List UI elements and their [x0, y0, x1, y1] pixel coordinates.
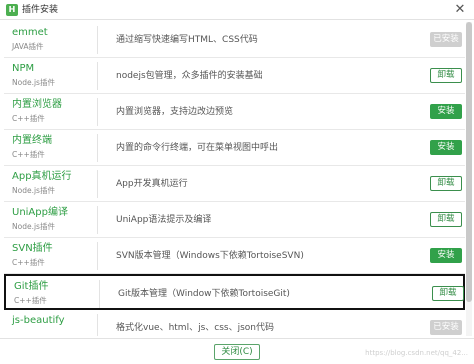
plugin-name: emmet: [12, 27, 48, 38]
plugin-name: App真机运行: [12, 171, 72, 182]
hbuilder-app-icon: H: [6, 4, 18, 16]
plugin-description: App开发真机运行: [116, 179, 188, 189]
plugin-name: 内置浏览器: [12, 99, 62, 110]
watermark-text: https://blog.csdn.net/qq_42...: [365, 349, 468, 357]
close-button[interactable]: 关闭(C): [214, 344, 260, 360]
install-button[interactable]: 安装: [430, 140, 462, 155]
plugin-name: Git插件: [14, 281, 49, 292]
plugin-name: js-beautify: [12, 315, 65, 326]
plugin-description: 格式化vue、html、js、css、json代码: [116, 323, 274, 333]
scrollbar[interactable]: [466, 22, 472, 336]
installed-button: 已安装: [430, 32, 462, 47]
column-divider: [97, 206, 98, 234]
plugin-row[interactable]: SVN插件 C++插件 SVN版本管理（Windows下依赖TortoiseSVN)…: [4, 238, 465, 274]
uninstall-button[interactable]: 卸载: [430, 176, 462, 191]
column-divider: [99, 280, 100, 308]
plugin-description: Git版本管理（Window下依赖TortoiseGit): [118, 289, 290, 299]
plugin-description: nodejs包管理，众多插件的安装基础: [116, 71, 263, 81]
close-icon[interactable]: ✕: [452, 2, 468, 18]
plugin-name: 内置终端: [12, 135, 52, 146]
installed-button: 已安装: [430, 320, 462, 335]
footer: 关闭(C) https://blog.csdn.net/qq_42...: [0, 338, 474, 364]
uninstall-button[interactable]: 卸载: [430, 212, 462, 227]
install-button[interactable]: 安装: [430, 248, 462, 263]
column-divider: [97, 26, 98, 54]
plugin-description: UniApp语法提示及编译: [116, 215, 212, 225]
plugin-row[interactable]: js-beautify 格式化vue、html、js、css、json代码 已安装: [4, 310, 465, 336]
column-divider: [97, 134, 98, 162]
column-divider: [97, 242, 98, 270]
plugin-platform: Node.js插件: [12, 222, 55, 231]
scrollbar-thumb[interactable]: [466, 22, 472, 302]
column-divider: [97, 62, 98, 90]
plugin-row[interactable]: 内置浏览器 C++插件 内置浏览器，支持边改边预览 安装: [4, 94, 465, 130]
plugin-description: 内置浏览器，支持边改边预览: [116, 107, 234, 117]
plugin-row[interactable]: NPM Node.js插件 nodejs包管理，众多插件的安装基础 卸载: [4, 58, 465, 94]
plugin-platform: C++插件: [12, 150, 45, 159]
install-button[interactable]: 安装: [430, 104, 462, 119]
uninstall-button[interactable]: 卸载: [432, 286, 464, 301]
plugin-description: 内置的命令行终端，可在菜单视图中呼出: [116, 143, 279, 153]
plugin-row[interactable]: UniApp编译 Node.js插件 UniApp语法提示及编译 卸载: [4, 202, 465, 238]
column-divider: [97, 98, 98, 126]
plugin-description: 通过缩写快速编写HTML、CSS代码: [116, 35, 258, 45]
plugin-row[interactable]: App真机运行 Node.js插件 App开发真机运行 卸载: [4, 166, 465, 202]
plugin-name: SVN插件: [12, 243, 53, 254]
plugin-platform: C++插件: [12, 258, 45, 267]
plugin-platform: C++插件: [14, 296, 47, 305]
title-bar: H 插件安装 ✕: [0, 0, 474, 20]
uninstall-button[interactable]: 卸载: [430, 68, 462, 83]
column-divider: [97, 170, 98, 198]
column-divider: [97, 314, 98, 336]
window-title: 插件安装: [22, 5, 59, 15]
plugin-row[interactable]: emmet JAVA插件 通过缩写快速编写HTML、CSS代码 已安装: [4, 22, 465, 58]
plugin-platform: C++插件: [12, 114, 45, 123]
plugin-list: emmet JAVA插件 通过缩写快速编写HTML、CSS代码 已安装 NPM Node.…: [4, 22, 465, 336]
plugin-platform: JAVA插件: [12, 42, 44, 51]
plugin-description: SVN版本管理（Windows下依赖TortoiseSVN): [116, 251, 304, 261]
plugin-platform: Node.js插件: [12, 186, 55, 195]
plugin-name: UniApp编译: [12, 207, 68, 218]
plugin-name: NPM: [12, 63, 35, 74]
plugin-row[interactable]: 内置终端 C++插件 内置的命令行终端，可在菜单视图中呼出 安装: [4, 130, 465, 166]
plugin-platform: Node.js插件: [12, 78, 55, 87]
plugin-row[interactable]: Git插件 C++插件 Git版本管理（Window下依赖TortoiseGit) 卸…: [4, 274, 465, 310]
